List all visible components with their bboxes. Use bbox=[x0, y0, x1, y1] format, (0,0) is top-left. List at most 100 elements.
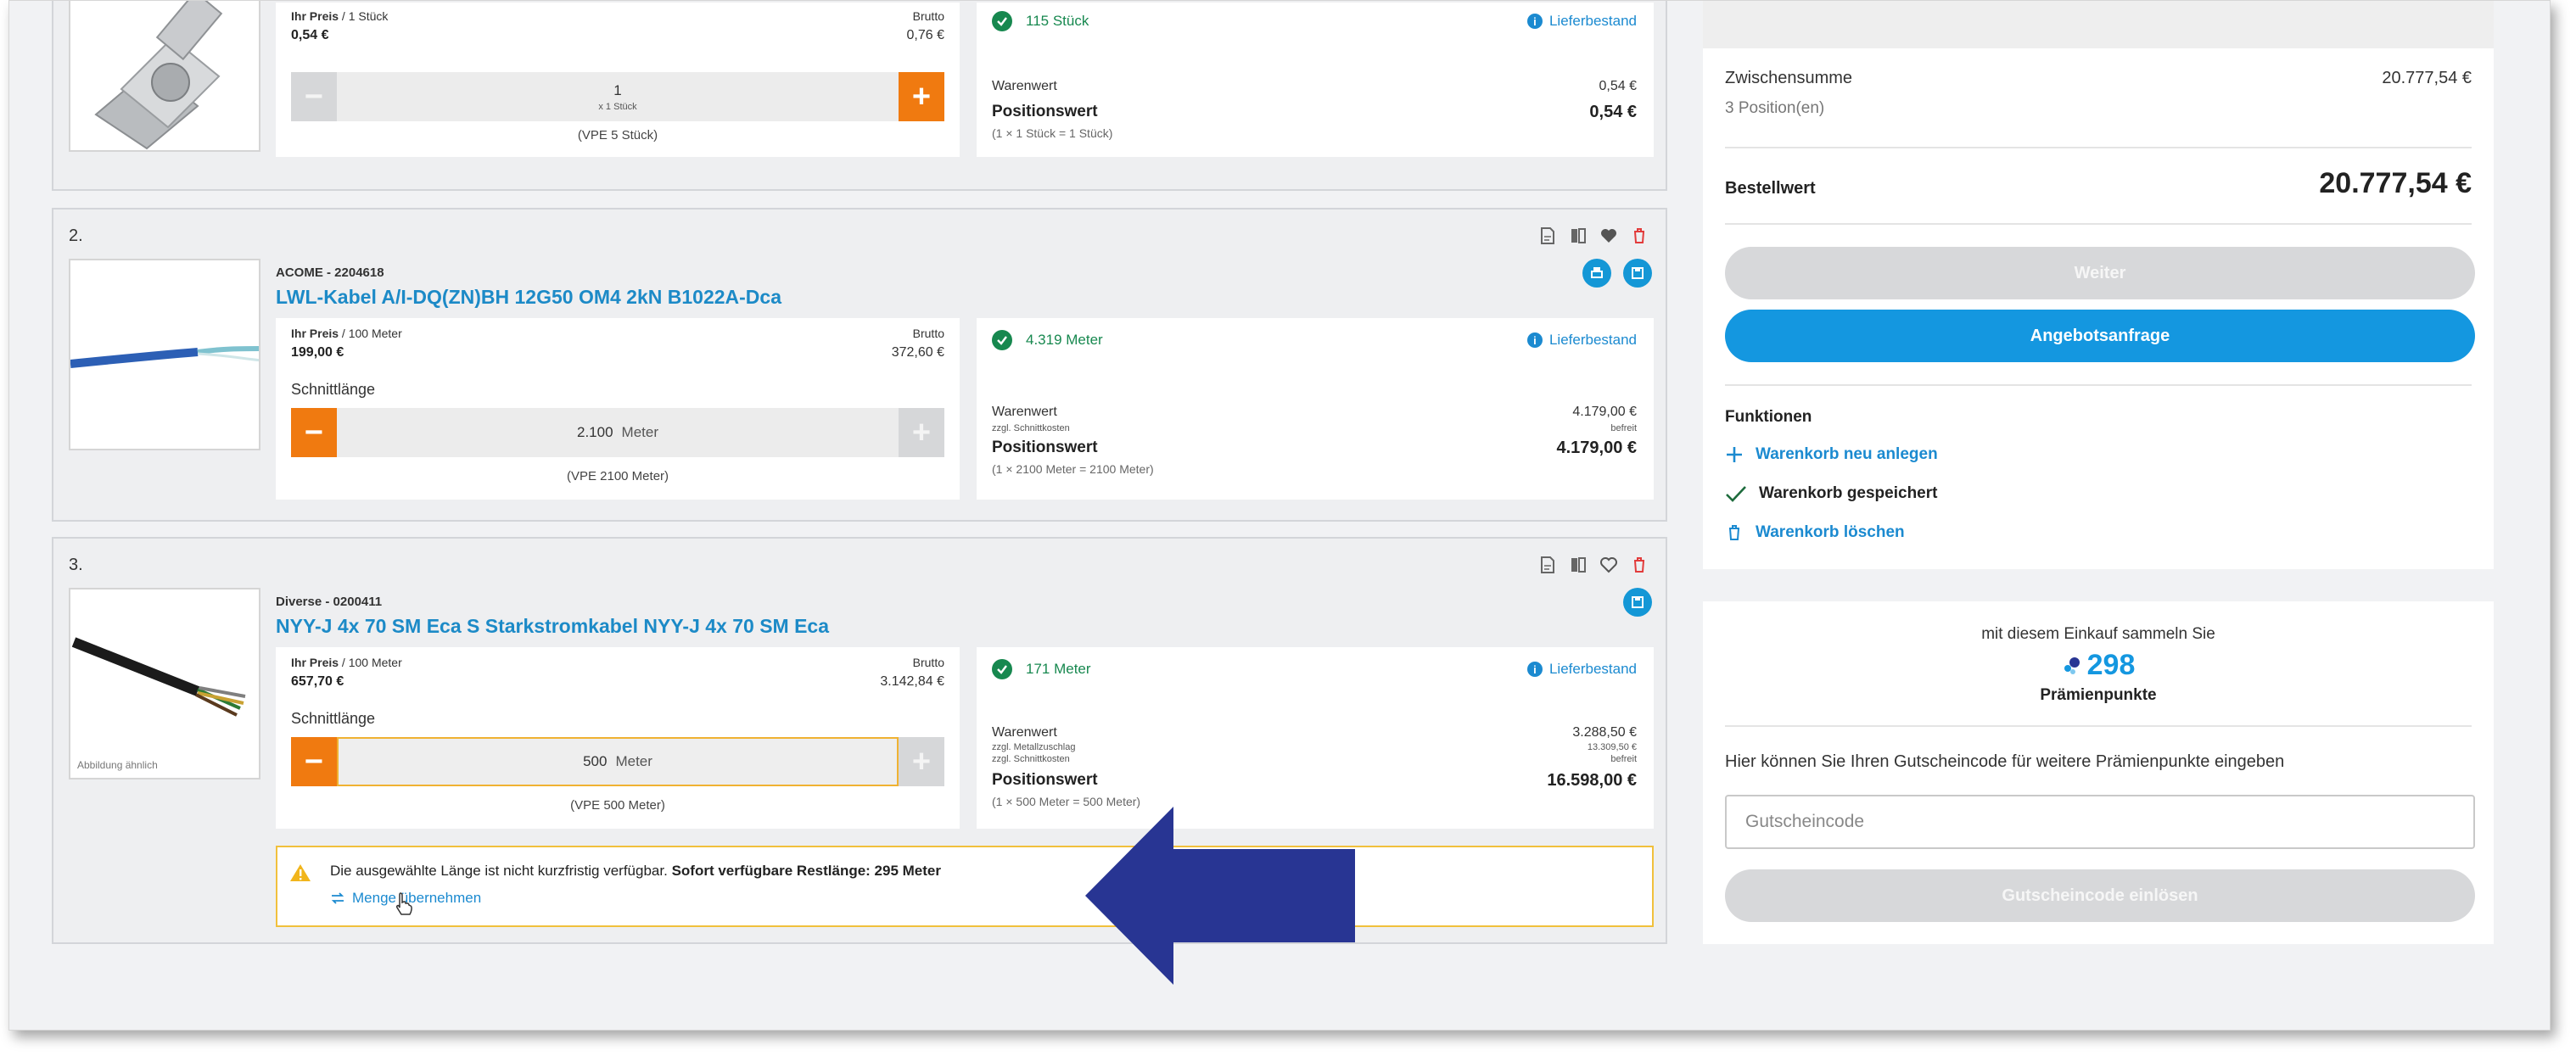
heart-outline-icon[interactable] bbox=[1599, 556, 1618, 574]
coupon-input[interactable] bbox=[1725, 795, 2475, 849]
heart-filled-icon[interactable] bbox=[1599, 226, 1618, 245]
browser-viewport: Ihr Preis / 1 Stück 0,54 € Brutto 0,76 €… bbox=[8, 0, 2551, 1031]
datasheet-icon[interactable] bbox=[1538, 226, 1557, 245]
warenkorb-neu-link[interactable]: Warenkorb neu anlegen bbox=[1725, 445, 1938, 464]
image-note: Abbildung ähnlich bbox=[77, 759, 158, 771]
length-input[interactable]: 500 Meter bbox=[337, 737, 899, 786]
warenwert-value: 4.179,00 € bbox=[1572, 405, 1637, 419]
schnittkosten-label: zzgl. Schnittkosten bbox=[992, 754, 1070, 764]
product-sku: Diverse - 0200411 bbox=[276, 595, 383, 609]
info-icon: i bbox=[1526, 14, 1543, 29]
warning-restlaenge: Sofort verfügbare Restlänge: 295 Meter bbox=[671, 863, 941, 879]
price-label: Ihr Preis bbox=[291, 327, 339, 340]
brutto-value: 3.142,84 € bbox=[880, 674, 944, 689]
datasheet-icon[interactable] bbox=[1538, 556, 1557, 574]
warenwert-label: Warenwert bbox=[992, 725, 1057, 740]
print-icon[interactable] bbox=[1582, 259, 1611, 288]
price-value: 0,54 € bbox=[291, 28, 329, 42]
price-value: 199,00 € bbox=[291, 345, 344, 360]
quantity-stepper: − 1 x 1 Stück + bbox=[291, 72, 944, 121]
length-input[interactable]: 2.100 Meter bbox=[337, 408, 899, 457]
positionswert-value: 4.179,00 € bbox=[1556, 439, 1637, 457]
metallzuschlag-label: zzgl. Metallzuschlag bbox=[992, 742, 1076, 752]
lieferbestand-link[interactable]: i Lieferbestand bbox=[1526, 332, 1637, 349]
compare-icon[interactable] bbox=[1569, 556, 1588, 574]
item-actions bbox=[1538, 226, 1649, 245]
divider bbox=[1725, 384, 2472, 386]
schnittkosten-value: befreit bbox=[1610, 423, 1637, 433]
info-icon: i bbox=[1526, 662, 1543, 677]
item-number: 3. bbox=[69, 556, 83, 574]
increase-button[interactable]: + bbox=[899, 408, 944, 457]
warenkorb-loeschen-link[interactable]: Warenkorb löschen bbox=[1725, 523, 1905, 542]
quantity-input[interactable]: 1 x 1 Stück bbox=[337, 72, 899, 121]
lieferbestand-link[interactable]: i Lieferbestand bbox=[1526, 13, 1637, 30]
vpe-text: (VPE 500 Meter) bbox=[570, 798, 665, 813]
increase-button[interactable]: + bbox=[899, 72, 944, 121]
item-actions bbox=[1538, 556, 1649, 574]
lieferbestand-link[interactable]: i Lieferbestand bbox=[1526, 661, 1637, 678]
formula-text: (1 × 1 Stück = 1 Stück) bbox=[992, 126, 1113, 140]
price-label: Ihr Preis bbox=[291, 9, 339, 23]
price-unit: / 100 Meter bbox=[339, 327, 402, 340]
coupon-hint: Hier können Sie Ihren Gutscheincode für … bbox=[1725, 752, 2285, 771]
positionswert-value: 0,54 € bbox=[1589, 103, 1637, 121]
save-icon[interactable] bbox=[1623, 259, 1652, 288]
trash-icon[interactable] bbox=[1630, 556, 1649, 574]
stock-panel: 171 Meter i Lieferbestand Warenwert 3.288… bbox=[977, 647, 1654, 829]
summary-header-band bbox=[1703, 1, 2494, 48]
zwischensumme-label: Zwischensumme bbox=[1725, 69, 1853, 87]
warenwert-value: 0,54 € bbox=[1599, 79, 1637, 93]
product-sku: ACOME - 2204618 bbox=[276, 265, 384, 280]
angebotsanfrage-button[interactable]: Angebotsanfrage bbox=[1725, 310, 2475, 362]
divider bbox=[1725, 725, 2472, 727]
plus-icon bbox=[1727, 447, 1742, 462]
warenwert-label: Warenwert bbox=[992, 405, 1057, 419]
praemienpunkte-card: mit diesem Einkauf sammeln Sie 298 Prämi… bbox=[1703, 601, 2494, 944]
product-title-link[interactable]: NYY-J 4x 70 SM Eca S Starkstromkabel NYY… bbox=[276, 615, 829, 638]
length-stepper: − 500 Meter + bbox=[291, 737, 944, 786]
metallzuschlag-value: 13.309,50 € bbox=[1587, 742, 1637, 752]
stock-panel: 4.319 Meter i Lieferbestand Warenwert 4.1… bbox=[977, 318, 1654, 500]
warning-text: Die ausgewählte Länge ist nicht kurzfris… bbox=[330, 863, 668, 879]
decrease-button[interactable]: − bbox=[291, 737, 337, 786]
cart-item-3: 3. Abbildung ähnlich Diverse - 0200411 N… bbox=[52, 537, 1667, 944]
decrease-button[interactable]: − bbox=[291, 72, 337, 121]
position-count: 3 Position(en) bbox=[1725, 99, 1825, 117]
price-unit: / 1 Stück bbox=[339, 9, 389, 23]
save-icon[interactable] bbox=[1623, 588, 1652, 617]
stock-status: 4.319 Meter bbox=[992, 330, 1103, 350]
hand-cursor-icon bbox=[396, 892, 412, 915]
coupon-redeem-button[interactable]: Gutscheincode einlösen bbox=[1725, 869, 2475, 922]
fiber-cable-image bbox=[70, 260, 259, 449]
power-cable-image bbox=[70, 589, 259, 778]
order-summary: Zwischensumme 20.777,54 € 3 Position(en)… bbox=[1703, 1, 2494, 569]
decrease-button[interactable]: − bbox=[291, 408, 337, 457]
points-value: 298 bbox=[2086, 649, 2136, 681]
brutto-label: Brutto bbox=[912, 327, 944, 340]
brutto-value: 0,76 € bbox=[906, 28, 944, 42]
product-image[interactable] bbox=[69, 259, 260, 450]
schnittlaenge-label: Schnittlänge bbox=[291, 710, 376, 727]
positionswert-label: Positionswert bbox=[992, 771, 1098, 789]
increase-button[interactable]: + bbox=[899, 737, 944, 786]
points-logo-icon bbox=[2064, 657, 2080, 674]
brutto-label: Brutto bbox=[912, 656, 944, 669]
trash-icon[interactable] bbox=[1630, 226, 1649, 245]
product-title-link[interactable]: LWL-Kabel A/I-DQ(ZN)BH 12G50 OM4 2kN B10… bbox=[276, 286, 781, 309]
product-image[interactable]: Abbildung ähnlich bbox=[69, 588, 260, 779]
availability-warning: Die ausgewählte Länge ist nicht kurzfris… bbox=[276, 846, 1654, 927]
product-image[interactable] bbox=[69, 1, 260, 152]
compare-icon[interactable] bbox=[1569, 226, 1588, 245]
positionswert-value: 16.598,00 € bbox=[1547, 771, 1637, 790]
weiter-button[interactable]: Weiter bbox=[1725, 247, 2475, 299]
info-icon: i bbox=[1526, 332, 1543, 348]
stock-panel: 115 Stück i Lieferbestand Warenwert 0,54 … bbox=[977, 3, 1654, 157]
points-label: Prämienpunkte bbox=[2040, 686, 2157, 704]
cart-item-1: Ihr Preis / 1 Stück 0,54 € Brutto 0,76 €… bbox=[52, 1, 1667, 191]
price-panel: Ihr Preis / 100 Meter 657,70 € Brutto 3.… bbox=[276, 647, 960, 829]
warenkorb-gespeichert-status: Warenkorb gespeichert bbox=[1725, 484, 1937, 503]
item-badges bbox=[1582, 259, 1652, 288]
divider bbox=[1725, 223, 2472, 225]
check-icon bbox=[992, 11, 1012, 31]
